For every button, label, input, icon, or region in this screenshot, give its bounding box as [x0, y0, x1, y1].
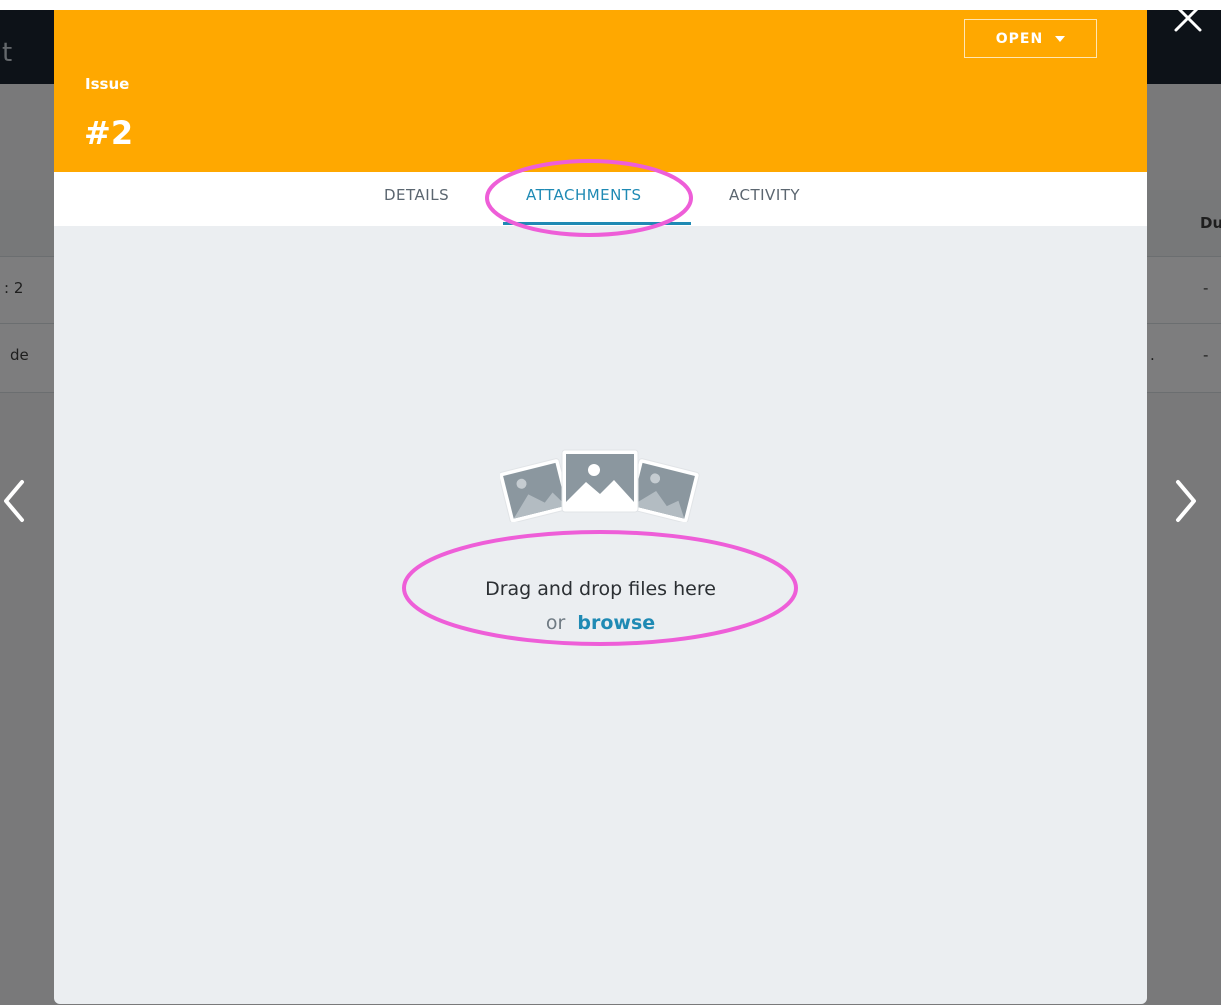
tab-highlight-annotation	[485, 159, 693, 237]
modal-header: Issue #2 OPEN	[54, 10, 1147, 172]
status-label: OPEN	[995, 30, 1044, 47]
issue-type-label: Issue	[85, 75, 130, 93]
chevron-left-icon	[4, 480, 24, 522]
next-issue-button[interactable]	[1170, 476, 1200, 526]
issue-number: #2	[84, 114, 134, 152]
issue-modal: Issue #2 OPEN DETAILS ATTACHMENTS ACTIVI…	[54, 10, 1147, 1004]
chevron-right-icon	[1176, 480, 1196, 522]
close-icon	[1174, 4, 1202, 32]
tab-details[interactable]: DETAILS	[384, 186, 449, 204]
close-button[interactable]	[1172, 2, 1204, 34]
status-dropdown-button[interactable]: OPEN	[964, 19, 1097, 58]
tab-activity[interactable]: ACTIVITY	[729, 186, 800, 204]
caret-down-icon	[1055, 35, 1066, 42]
drop-highlight-annotation	[402, 530, 798, 646]
images-placeholder-icon	[500, 449, 700, 522]
previous-issue-button[interactable]	[0, 476, 30, 526]
